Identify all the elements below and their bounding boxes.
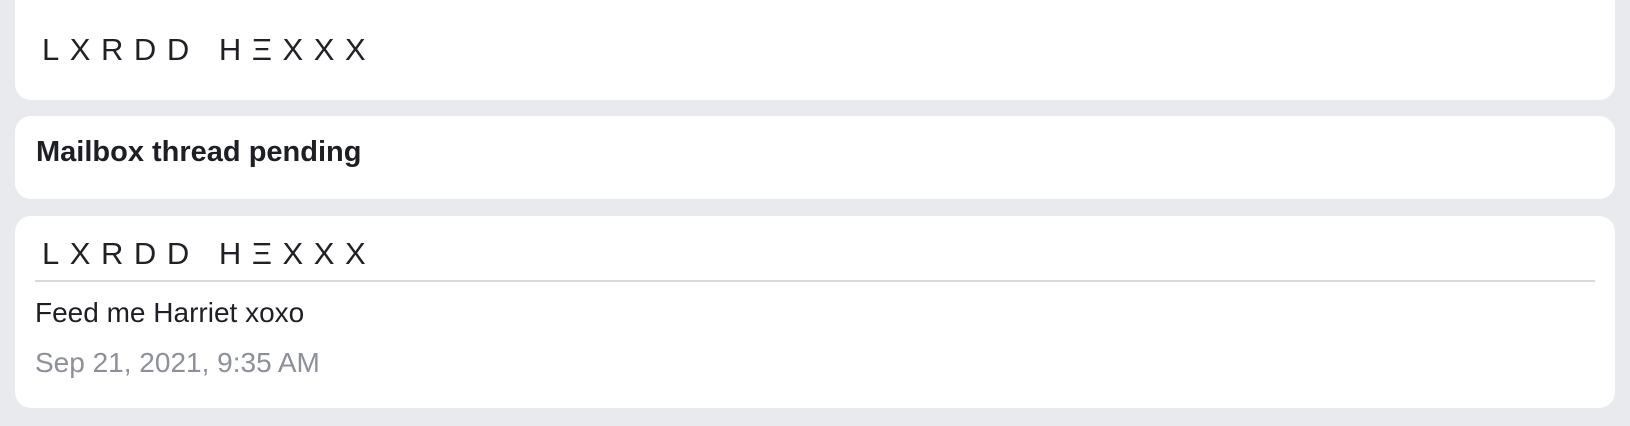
thread-status-card: Mailbox thread pending: [15, 116, 1615, 199]
message-card[interactable]: LXRDD HΞXXX Feed me Harriet xoxo Sep 21,…: [15, 216, 1615, 408]
message-body: Feed me Harriet xoxo: [35, 297, 305, 328]
message-divider: [35, 280, 1595, 282]
brand-card: LXRDD HΞXXX: [15, 0, 1615, 100]
message-sender: LXRDD HΞXXX: [42, 236, 377, 271]
brand-logo-text: LXRDD HΞXXX: [42, 32, 377, 67]
message-timestamp: Sep 21, 2021, 9:35 AM: [35, 347, 320, 378]
thread-status-title: Mailbox thread pending: [36, 136, 362, 168]
